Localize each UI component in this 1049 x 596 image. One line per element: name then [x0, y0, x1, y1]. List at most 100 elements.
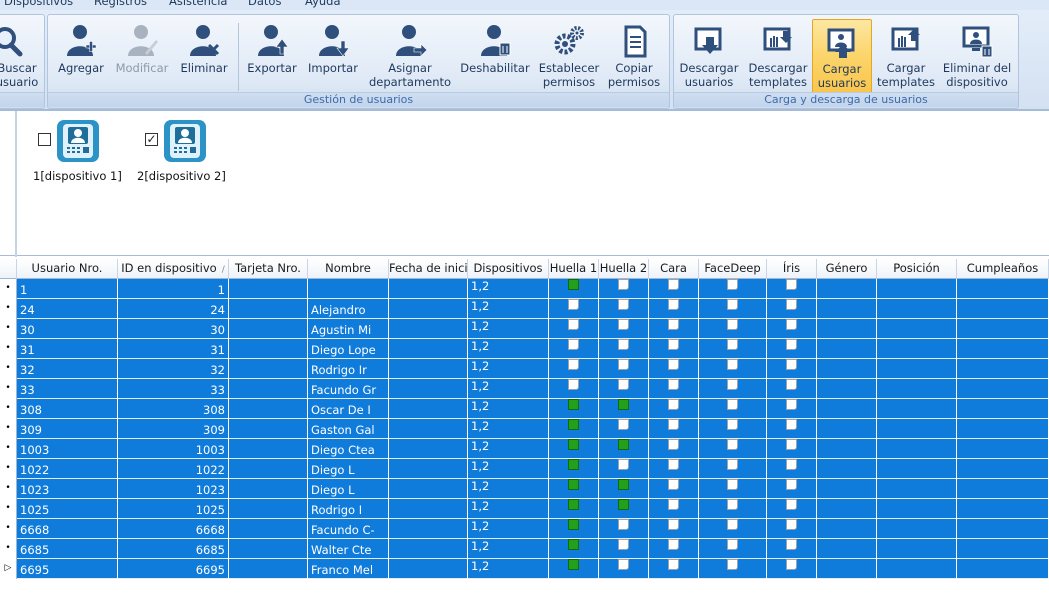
device-checkbox[interactable]: ✓ [145, 133, 158, 146]
row-selector[interactable]: • [0, 539, 17, 559]
row-selector[interactable]: • [0, 399, 17, 419]
enrolled-indicator-icon [568, 479, 579, 490]
menu-asistencia[interactable]: Asistencia [169, 0, 227, 8]
cell-name: Diego L [308, 479, 389, 499]
cell-name: Rodrigo I [308, 499, 389, 519]
column-header[interactable]: Usuario Nro. [17, 259, 118, 279]
row-selector[interactable]: • [0, 359, 17, 379]
cell-h1 [549, 399, 599, 419]
cell-id: 308 [118, 399, 229, 419]
column-header[interactable]: Huella 1 [549, 259, 599, 279]
column-header[interactable]: Género [817, 259, 877, 279]
menu-dispositivos[interactable]: Dispositivos [4, 0, 73, 8]
table-row[interactable]: • 308 308 Oscar De I 1,2 [0, 399, 1049, 419]
descargar-usuarios-button[interactable]: Descargar usuarios [678, 19, 740, 95]
cell-iris [767, 419, 817, 439]
row-selector[interactable]: • [0, 419, 17, 439]
row-selector[interactable]: • [0, 379, 17, 399]
table-row[interactable]: • 1022 1022 Diego L 1,2 [0, 459, 1049, 479]
row-selector[interactable]: • [0, 459, 17, 479]
upload-templates-icon [889, 23, 923, 59]
table-row[interactable]: • 1003 1003 Diego Ctea 1,2 [0, 439, 1049, 459]
cell-h2 [599, 399, 649, 419]
table-row[interactable]: • 33 33 Facundo Gr 1,2 [0, 379, 1049, 399]
agregar-button[interactable]: Agregar [52, 19, 110, 95]
row-selector[interactable]: • [0, 299, 17, 319]
table-row[interactable]: • 309 309 Gaston Gal 1,2 [0, 419, 1049, 439]
current-row-indicator-icon[interactable]: ▷ [0, 559, 17, 579]
column-header[interactable]: Cumpleaños [957, 259, 1049, 279]
cell-id: 1 [118, 279, 229, 299]
cell-iris [767, 479, 817, 499]
table-row[interactable]: • 1 1 1,2 [0, 279, 1049, 299]
table-row[interactable]: • 6668 6668 Facundo C- 1,2 [0, 519, 1049, 539]
column-header[interactable]: Fecha de inicio [389, 259, 468, 279]
asignar-departamento-button[interactable]: Asignar departamento [366, 19, 454, 95]
cell-devices: 1,2 [468, 379, 549, 399]
button-label: Agregar [58, 61, 104, 75]
cell-h2 [599, 479, 649, 499]
device-checkbox[interactable] [38, 133, 51, 146]
menu-datos[interactable]: Datos [248, 0, 281, 8]
modificar-button[interactable]: Modificar [112, 19, 172, 95]
table-row[interactable]: • 1025 1025 Rodrigo I 1,2 [0, 499, 1049, 519]
not-enrolled-indicator-icon [668, 279, 679, 290]
menu-registros[interactable]: Registros [94, 0, 147, 8]
button-label: Modificar [115, 61, 169, 75]
table-row[interactable]: • 32 32 Rodrigo Ir 1,2 [0, 359, 1049, 379]
exportar-button[interactable]: Exportar [245, 19, 299, 95]
cell-id: 309 [118, 419, 229, 439]
eliminar-button[interactable]: Eliminar [178, 19, 230, 95]
cell-h2 [599, 299, 649, 319]
download-templates-icon [761, 23, 795, 59]
cell-card [229, 459, 308, 479]
column-header-label: Huella 2 [599, 261, 648, 275]
cargar-usuarios-button[interactable]: Cargar usuarios [812, 19, 872, 95]
cell-facedeep [699, 519, 767, 539]
cell-user: 1022 [17, 459, 118, 479]
table-row[interactable]: • 31 31 Diego Lope 1,2 [0, 339, 1049, 359]
cell-facedeep [699, 319, 767, 339]
device-item[interactable]: ✓ 2[dispositivo 2] [137, 119, 255, 189]
search-group: Buscar usuario [0, 14, 45, 109]
not-enrolled-indicator-icon [786, 319, 797, 330]
table-row[interactable]: ▷ 6695 6695 Franco Mel 1,2 [0, 559, 1049, 579]
column-header[interactable]: Huella 2 [599, 259, 649, 279]
eliminar-del-dispositivo-button[interactable]: Eliminar del dispositivo [940, 19, 1014, 95]
table-row[interactable]: • 30 30 Agustin Mi 1,2 [0, 319, 1049, 339]
table-row[interactable]: • 24 24 Alejandro 1,2 [0, 299, 1049, 319]
descargar-templates-button[interactable]: Descargar templates [744, 19, 812, 95]
row-selector[interactable]: • [0, 319, 17, 339]
cell-name: Diego L [308, 459, 389, 479]
search-user-button[interactable]: Buscar usuario [0, 19, 39, 95]
cell-facedeep [699, 499, 767, 519]
column-header[interactable]: Posición [877, 259, 957, 279]
column-header[interactable]: Dispositivos [468, 259, 549, 279]
row-selector[interactable]: • [0, 439, 17, 459]
column-header[interactable]: ID en dispositivo / [118, 259, 229, 279]
importar-button[interactable]: Importar [304, 19, 362, 95]
column-header-label: Fecha de inicio [389, 261, 468, 275]
cell-user: 6685 [17, 539, 118, 559]
table-row[interactable]: • 1023 1023 Diego L 1,2 [0, 479, 1049, 499]
deshabilitar-button[interactable]: Deshabilitar [457, 19, 533, 95]
column-header[interactable]: Cara [649, 259, 699, 279]
column-header[interactable]: Íris [767, 259, 817, 279]
cell-empty [877, 519, 957, 539]
row-selector[interactable]: • [0, 339, 17, 359]
table-row[interactable]: • 6685 6685 Walter Cte 1,2 [0, 539, 1049, 559]
column-header[interactable]: Nombre [308, 259, 389, 279]
row-selector[interactable]: • [0, 479, 17, 499]
cell-start [389, 359, 468, 379]
cell-h1 [549, 339, 599, 359]
menu-ayuda[interactable]: Ayuda [305, 0, 341, 8]
establecer-permisos-button[interactable]: Establecer permisos [536, 19, 602, 95]
column-header[interactable]: Tarjeta Nro. [229, 259, 308, 279]
column-header[interactable]: FaceDeep [699, 259, 767, 279]
row-selector[interactable]: • [0, 519, 17, 539]
row-selector[interactable]: • [0, 279, 17, 299]
device-item[interactable]: 1[dispositivo 1] [33, 119, 148, 189]
row-selector[interactable]: • [0, 499, 17, 519]
cargar-templates-button[interactable]: Cargar templates [874, 19, 938, 95]
copiar-permisos-button[interactable]: Copiar permisos [604, 19, 664, 95]
